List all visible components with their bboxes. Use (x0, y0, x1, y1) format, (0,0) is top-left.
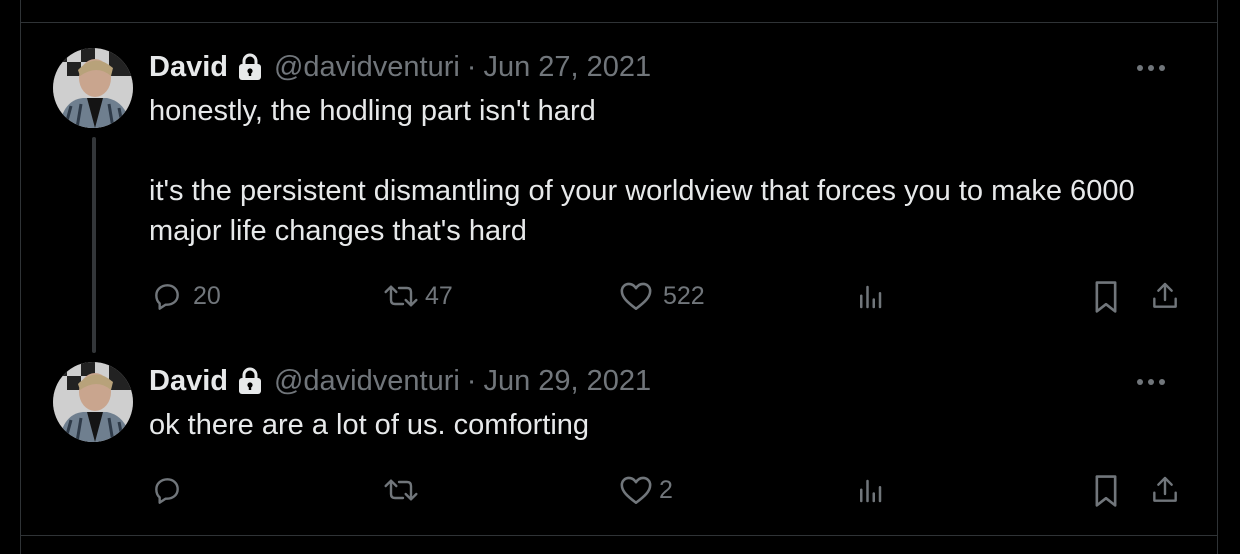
share-icon (1149, 474, 1181, 506)
reply-button[interactable]: 20 (151, 280, 221, 312)
share-button[interactable] (1149, 280, 1181, 312)
tweet-date[interactable]: Jun 27, 2021 (483, 50, 651, 84)
bookmark-icon (1091, 280, 1121, 314)
reply-icon (151, 280, 183, 312)
tweet-header: David @davidventuri · Jun 29, 2021 (149, 364, 651, 398)
timeline-frame: David @davidventuri · Jun 27, 2021 hones… (20, 0, 1218, 554)
lock-icon (238, 367, 262, 395)
heart-icon (619, 474, 653, 506)
bookmark-button[interactable] (1091, 474, 1121, 508)
retweet-button[interactable]: 47 (383, 280, 453, 312)
separator: · (466, 51, 477, 83)
more-icon[interactable] (1133, 58, 1169, 78)
retweet-icon (383, 280, 419, 312)
tweet-text: ok there are a lot of us. comforting (149, 409, 590, 441)
author-name[interactable]: David (149, 50, 228, 84)
author-name[interactable]: David (149, 364, 228, 398)
more-icon[interactable] (1133, 372, 1169, 392)
divider (21, 22, 1217, 23)
tweet-text: honestly, the hodling part isn't hard it… (149, 95, 1135, 247)
divider (21, 535, 1217, 536)
like-count: 522 (663, 281, 705, 310)
retweet-button[interactable] (383, 474, 429, 506)
retweet-count: 47 (425, 281, 453, 310)
bookmark-button[interactable] (1091, 280, 1121, 314)
tweet-header: David @davidventuri · Jun 27, 2021 (149, 50, 651, 84)
separator: · (466, 365, 477, 397)
avatar[interactable] (53, 362, 133, 442)
views-icon (855, 476, 885, 506)
share-icon (1149, 280, 1181, 312)
tweet-date[interactable]: Jun 29, 2021 (483, 364, 651, 398)
share-button[interactable] (1149, 474, 1181, 506)
thread-line (92, 137, 96, 353)
retweet-icon (383, 474, 419, 506)
like-button[interactable]: 522 (619, 280, 705, 312)
like-count: 2 (659, 475, 673, 504)
lock-icon (238, 53, 262, 81)
avatar[interactable] (53, 48, 133, 128)
author-handle[interactable]: @davidventuri (274, 50, 460, 84)
reply-button[interactable] (151, 474, 193, 506)
heart-icon (619, 280, 653, 312)
views-button[interactable] (855, 282, 885, 312)
reply-count: 20 (193, 281, 221, 310)
views-icon (855, 282, 885, 312)
author-handle[interactable]: @davidventuri (274, 364, 460, 398)
bookmark-icon (1091, 474, 1121, 508)
like-button[interactable]: 2 (619, 474, 673, 506)
reply-icon (151, 474, 183, 506)
views-button[interactable] (855, 476, 885, 506)
